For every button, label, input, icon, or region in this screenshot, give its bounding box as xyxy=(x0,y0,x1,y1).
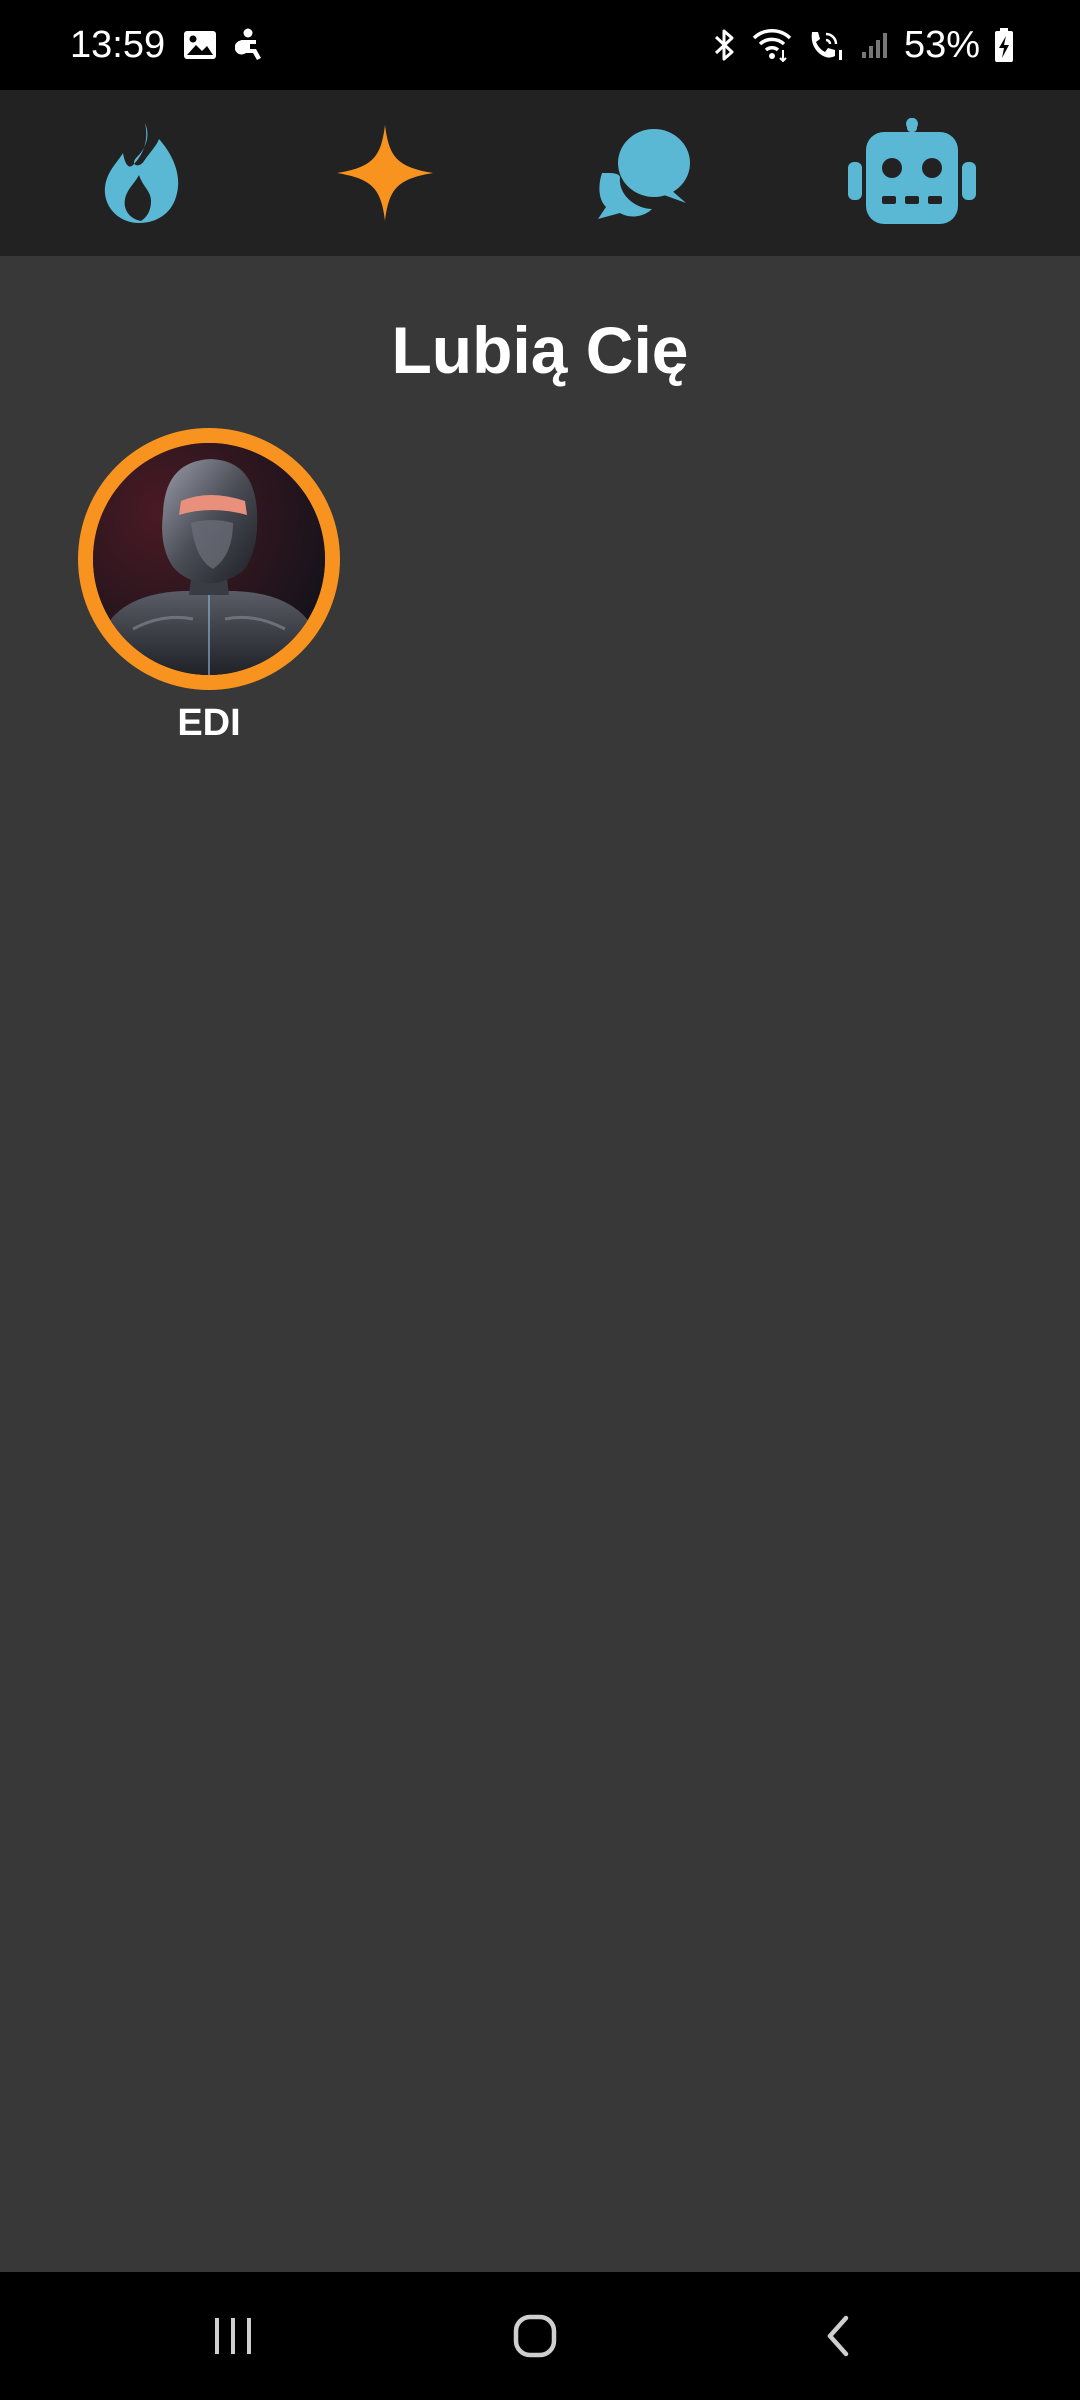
battery-charging-icon xyxy=(994,27,1014,63)
back-button[interactable] xyxy=(788,2296,888,2376)
battery-percent: 53% xyxy=(903,23,980,66)
home-icon xyxy=(513,2314,557,2358)
status-bar: 13:59 53% xyxy=(0,0,1080,90)
profile-card[interactable]: EDI xyxy=(78,428,340,745)
bluetooth-icon xyxy=(712,28,738,62)
recents-button[interactable] xyxy=(183,2296,283,2376)
top-navigation xyxy=(0,90,1080,256)
robot-icon xyxy=(848,118,976,224)
profile-name: EDI xyxy=(177,702,241,744)
sparkle-icon xyxy=(337,125,433,221)
recents-icon xyxy=(215,2318,251,2354)
chat-icon xyxy=(598,129,690,219)
tab-bot[interactable] xyxy=(822,90,1002,256)
wifi-call-icon xyxy=(806,28,846,62)
wifi-icon xyxy=(752,28,792,62)
back-icon xyxy=(827,2315,849,2357)
profile-photo xyxy=(93,443,325,675)
home-button[interactable] xyxy=(485,2296,585,2376)
status-left: 13:59 xyxy=(70,0,265,90)
flame-icon xyxy=(104,123,179,223)
system-navigation-bar xyxy=(0,2272,1080,2400)
accessibility-icon xyxy=(235,28,265,62)
tab-chat[interactable] xyxy=(552,90,732,256)
tab-flame[interactable] xyxy=(51,90,231,256)
main-content: Lubią Cię EDI xyxy=(0,256,1080,2272)
signal-icon xyxy=(860,30,890,60)
status-right: 53% xyxy=(712,0,1014,90)
page-title: Lubią Cię xyxy=(391,313,689,387)
avatar[interactable] xyxy=(93,443,325,675)
status-time: 13:59 xyxy=(70,23,166,66)
tab-discover[interactable] xyxy=(295,90,475,256)
gallery-icon xyxy=(183,30,217,60)
avatar-ring xyxy=(78,428,340,690)
